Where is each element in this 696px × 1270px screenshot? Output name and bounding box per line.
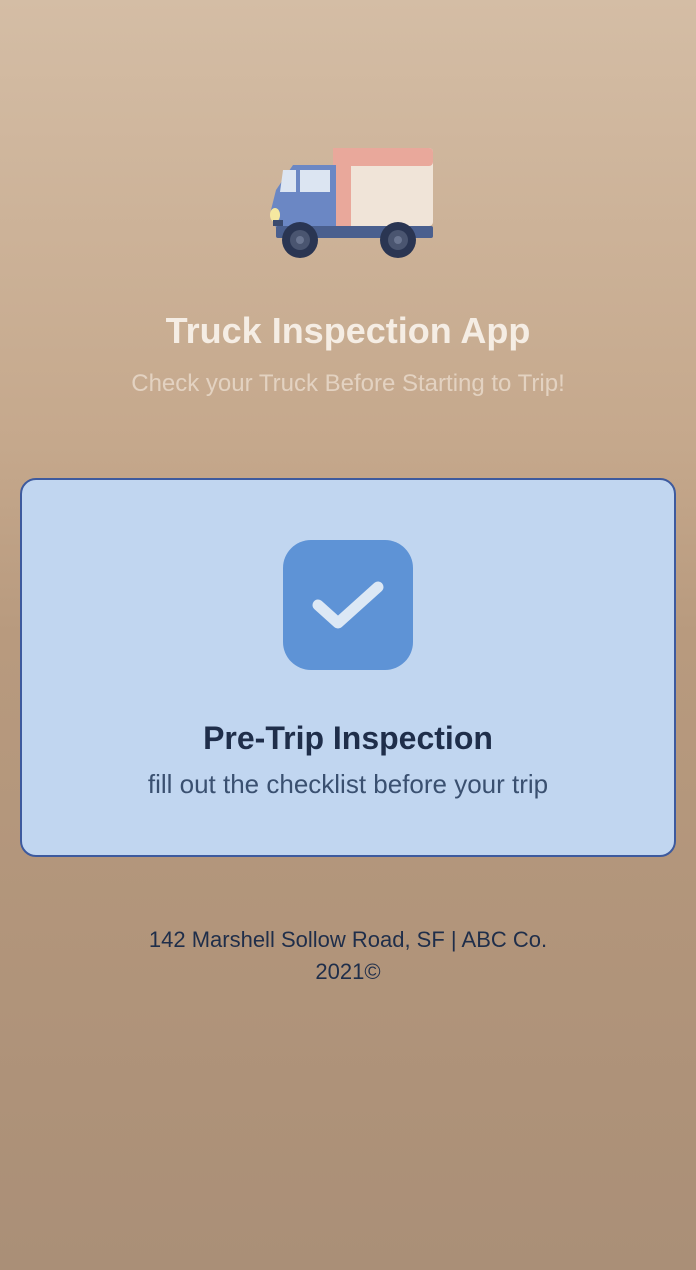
app-subtitle: Check your Truck Before Starting to Trip… — [131, 370, 565, 398]
card-subtitle: fill out the checklist before your trip — [148, 769, 548, 800]
header-section: Truck Inspection App Check your Truck Be… — [0, 0, 696, 458]
footer-copyright: 2021© — [315, 959, 380, 985]
footer-section: 142 Marshell Sollow Road, SF | ABC Co. 2… — [0, 922, 696, 985]
checkmark-icon — [283, 540, 413, 670]
footer-address: 142 Marshell Sollow Road, SF | ABC Co. — [149, 922, 547, 957]
card-title: Pre-Trip Inspection — [203, 720, 493, 757]
card-section: Pre-Trip Inspection fill out the checkli… — [0, 458, 696, 877]
pre-trip-inspection-card[interactable]: Pre-Trip Inspection fill out the checkli… — [20, 478, 676, 857]
truck-icon — [258, 140, 438, 270]
app-title: Truck Inspection App — [166, 310, 531, 352]
